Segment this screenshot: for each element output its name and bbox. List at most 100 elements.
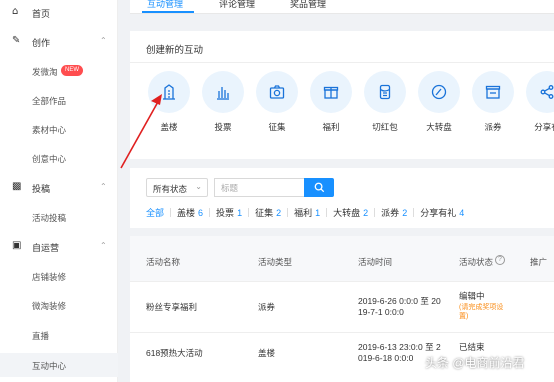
tool-label: 切红包 — [372, 122, 398, 132]
sidebar-item-live[interactable]: 直播 — [0, 325, 118, 345]
status-select[interactable]: 所有状态 ⌄ — [146, 178, 208, 197]
sidebar-item-home[interactable]: ⌂ 首页 — [0, 1, 118, 23]
sidebar-item-activity-post[interactable]: 活动投稿 — [0, 207, 118, 227]
category-label: 分享有礼 — [420, 208, 457, 218]
coupon-icon — [472, 71, 514, 113]
tool-collect-button[interactable]: 征集 — [255, 71, 299, 133]
sidebar-item-all-works[interactable]: 全部作品 — [0, 90, 118, 110]
chevron-down-icon: ⌄ — [195, 182, 202, 191]
status-note[interactable]: (请完成奖项设 — [459, 303, 503, 312]
category-label: 福利 — [294, 208, 313, 218]
activity-type: 盖楼 — [258, 348, 276, 358]
sidebar-item-weitao-decor[interactable]: 微淘装修 — [0, 295, 118, 315]
activity-time: 019-6-18 0:0:0 — [358, 353, 414, 363]
divider — [413, 208, 415, 217]
tab-prize-manage[interactable]: 奖品管理 — [290, 0, 326, 10]
divider — [130, 62, 554, 63]
column-header: 活动时间 — [358, 257, 393, 267]
sidebar-group-ops[interactable]: ▣ 自运营 ⌃ — [0, 235, 118, 257]
tool-label: 派券 — [484, 122, 502, 132]
tab-comment-manage[interactable]: 评论管理 — [219, 0, 255, 10]
activity-name: 618预热大活动 — [146, 348, 203, 358]
divider — [248, 208, 250, 217]
category-count: 6 — [198, 208, 204, 218]
tool-label: 投票 — [214, 122, 232, 132]
category-label: 投票 — [216, 208, 235, 218]
sidebar-item-interaction-center[interactable]: 互动中心 — [0, 353, 118, 377]
category-count: 2 — [276, 208, 282, 218]
category-count: 2 — [402, 208, 408, 218]
sidebar-item-label: 创意中心 — [32, 154, 67, 164]
tool-label: 分享有 — [534, 122, 554, 132]
sidebar-item-shop-decor[interactable]: 店铺装修 — [0, 266, 118, 286]
gift-icon — [310, 71, 352, 113]
tool-welfare-button[interactable]: 福利 — [309, 71, 353, 133]
document-icon: ▩ — [12, 181, 22, 192]
chevron-up-icon: ⌃ — [100, 36, 107, 45]
tool-coupon-button[interactable]: 派券 — [471, 71, 515, 133]
create-panel-title: 创建新的互动 — [146, 45, 204, 56]
divider — [326, 208, 328, 217]
tool-share-button[interactable]: 分享有 — [525, 71, 554, 133]
active-tab-indicator — [142, 11, 194, 13]
activity-status: 编辑中 — [459, 291, 485, 301]
tool-label: 福利 — [322, 122, 340, 132]
category-coupon[interactable]: 派券 2 — [381, 206, 407, 219]
column-header: 活动名称 — [146, 257, 181, 267]
chevron-up-icon: ⌃ — [100, 182, 107, 191]
category-collect[interactable]: 征集 2 — [255, 206, 281, 219]
divider — [287, 208, 289, 217]
box-icon: ▣ — [12, 240, 22, 251]
tool-build-floor-button[interactable]: 盖楼 — [147, 71, 191, 133]
create-interaction-panel: 创建新的互动 盖楼 投票 征集 福利 切红包 大转盘 派券 分享 — [130, 31, 554, 159]
category-welfare[interactable]: 福利 1 — [294, 206, 320, 219]
category-share-gift[interactable]: 分享有礼 4 — [420, 206, 464, 219]
category-label: 派券 — [381, 208, 400, 218]
search-input[interactable] — [214, 178, 304, 197]
sidebar-group-post-label: 投稿 — [32, 184, 51, 194]
table-header: 活动名称 活动类型 活动时间 活动状态 ? 推广 — [130, 236, 554, 282]
tool-label: 征集 — [268, 122, 286, 132]
sidebar-item-label: 素材中心 — [32, 125, 67, 135]
divider — [170, 208, 172, 217]
new-badge: NEW — [61, 65, 83, 76]
category-all[interactable]: 全部 — [146, 206, 164, 219]
column-header: 活动状态 — [459, 257, 494, 267]
tab-interaction-manage[interactable]: 互动管理 — [147, 0, 183, 10]
sidebar-item-publish[interactable]: 发微淘 NEW — [0, 61, 118, 81]
category-count: 4 — [459, 208, 465, 218]
sidebar-group-ops-label: 自运营 — [32, 243, 60, 253]
sidebar-item-material[interactable]: 素材中心 — [0, 119, 118, 139]
wheel-icon — [418, 71, 460, 113]
category-vote[interactable]: 投票 1 — [216, 206, 242, 219]
sidebar-group-create[interactable]: ✎ 创作 ⌃ — [0, 30, 118, 52]
search-icon — [314, 182, 324, 193]
help-icon[interactable]: ? — [495, 255, 505, 265]
tool-vote-button[interactable]: 投票 — [201, 71, 245, 133]
share-icon — [526, 71, 554, 113]
category-count: 2 — [363, 208, 369, 218]
search-button[interactable] — [304, 178, 334, 197]
sidebar: ⌂ 首页 ✎ 创作 ⌃ 发微淘 NEW 全部作品 素材中心 创意中心 ▩ 投稿 … — [0, 0, 118, 382]
watermark: 头条 @电商前沿君 — [425, 356, 525, 370]
category-filter-row: 全部 盖楼 6 投票 1 征集 2 福利 1 大转盘 2 派券 2 分享有礼 4 — [146, 206, 464, 220]
pen-icon: ✎ — [12, 35, 21, 46]
sidebar-group-post[interactable]: ▩ 投稿 ⌃ — [0, 176, 118, 198]
sidebar-item-home-label: 首页 — [32, 9, 51, 19]
sidebar-item-label: 店铺装修 — [32, 272, 67, 282]
chevron-up-icon: ⌃ — [100, 241, 107, 250]
sidebar-item-label: 发微淘 — [32, 67, 58, 77]
divider — [209, 208, 211, 217]
category-build-floor[interactable]: 盖楼 6 — [177, 206, 203, 219]
table-row[interactable]: 粉丝专享福利 派券 2019-6-26 0:0:0 至 20 19-7-1 0:… — [130, 282, 554, 333]
tool-red-envelope-button[interactable]: 切红包 — [363, 71, 407, 133]
bar-chart-icon — [202, 71, 244, 113]
category-label: 全部 — [146, 208, 165, 218]
tool-wheel-button[interactable]: 大转盘 — [417, 71, 461, 133]
sidebar-item-creative[interactable]: 创意中心 — [0, 148, 118, 168]
status-note[interactable]: 置) — [459, 312, 468, 321]
sidebar-item-label: 互动中心 — [32, 361, 67, 371]
tool-label: 大转盘 — [426, 122, 452, 132]
activity-time: 2019-6-13 23:0:0 至 2 — [358, 342, 441, 352]
category-wheel[interactable]: 大转盘 2 — [333, 206, 368, 219]
